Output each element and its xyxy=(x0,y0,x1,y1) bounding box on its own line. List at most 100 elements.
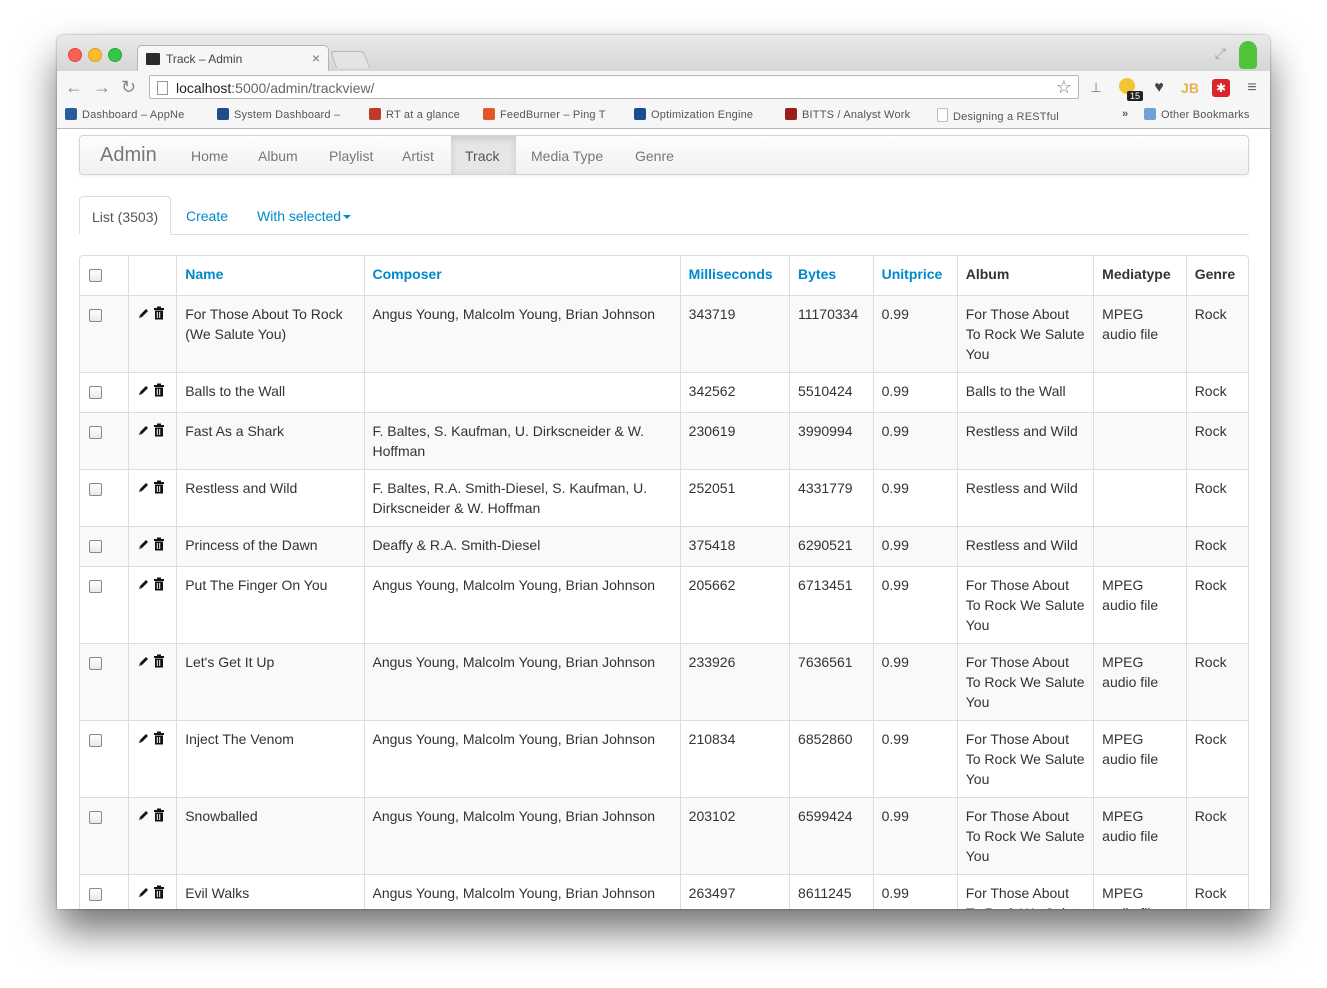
extension-scale-icon[interactable]: ⊥ xyxy=(1087,79,1105,97)
edit-pencil-icon[interactable] xyxy=(137,807,149,821)
bookmark-item[interactable]: System Dashboard – xyxy=(217,108,340,121)
edit-pencil-icon[interactable] xyxy=(137,305,149,319)
delete-trash-icon[interactable] xyxy=(153,382,165,397)
fullscreen-icon[interactable]: ⤢ xyxy=(1215,45,1226,62)
nav-media-type[interactable]: Media Type xyxy=(531,148,603,164)
nav-album[interactable]: Album xyxy=(258,148,298,164)
bookmark-label: FeedBurner – Ping T xyxy=(500,109,606,121)
delete-trash-icon[interactable] xyxy=(153,807,165,822)
delete-trash-icon[interactable] xyxy=(153,730,165,745)
tab-close-icon[interactable]: × xyxy=(312,50,320,66)
tab-create[interactable]: Create xyxy=(186,208,228,224)
delete-trash-icon[interactable] xyxy=(153,653,165,668)
cell-album: Restless and Wild xyxy=(956,412,1094,469)
row-checkbox[interactable] xyxy=(89,734,102,747)
bookmark-item[interactable]: FeedBurner – Ping T xyxy=(483,108,606,121)
pocket-icon[interactable]: ♥ xyxy=(1150,79,1168,97)
delete-trash-icon[interactable] xyxy=(153,305,165,320)
nav-genre[interactable]: Genre xyxy=(635,148,674,164)
menu-hamburger-icon[interactable]: ≡ xyxy=(1243,79,1261,97)
bookmarks-overflow[interactable]: » xyxy=(1122,108,1128,120)
cell-bytes: 8611245 xyxy=(789,874,873,909)
title-bar: Track – Admin × ⤢ xyxy=(57,35,1270,71)
row-checkbox[interactable] xyxy=(89,483,102,496)
bookmark-item[interactable]: Dashboard – AppNe xyxy=(65,108,184,121)
cell-milliseconds: 203102 xyxy=(679,797,790,874)
appneta-icon xyxy=(65,108,77,120)
delete-trash-icon[interactable] xyxy=(153,479,165,494)
bookmark-label: BITTS / Analyst Work xyxy=(802,109,911,121)
nav-playlist[interactable]: Playlist xyxy=(329,148,373,164)
cell-album: For Those About To Rock We Salute You xyxy=(956,643,1094,720)
address-bar[interactable]: localhost:5000/admin/trackview/ ☆ xyxy=(149,75,1079,99)
bookmark-label: RT at a glance xyxy=(386,109,460,121)
edit-pencil-icon[interactable] xyxy=(137,576,149,590)
edit-pencil-icon[interactable] xyxy=(137,730,149,744)
tab-list-label: List (3503) xyxy=(92,209,159,225)
column-header-milliseconds[interactable]: Milliseconds xyxy=(679,256,789,295)
row-actions-cell xyxy=(127,412,177,469)
row-checkbox[interactable] xyxy=(89,580,102,593)
edit-pencil-icon[interactable] xyxy=(137,884,149,898)
edit-pencil-icon[interactable] xyxy=(137,479,149,493)
bitts-icon xyxy=(785,108,797,120)
bookmark-item[interactable]: Optimization Engine xyxy=(634,108,753,121)
row-checkbox[interactable] xyxy=(89,811,102,824)
nav-track[interactable]: Track xyxy=(465,148,499,164)
nav-home[interactable]: Home xyxy=(191,148,228,164)
browser-tab[interactable]: Track – Admin × xyxy=(137,45,329,71)
cell-name: Balls to the Wall xyxy=(176,372,364,412)
row-checkbox[interactable] xyxy=(89,386,102,399)
row-select-cell xyxy=(80,797,128,874)
reload-icon[interactable]: ↻ xyxy=(121,77,136,98)
bookmark-item[interactable]: RT at a glance xyxy=(369,108,460,121)
row-checkbox[interactable] xyxy=(89,309,102,322)
select-all-checkbox[interactable] xyxy=(89,269,102,282)
cell-composer: Angus Young, Malcolm Young, Brian Johnso… xyxy=(363,295,680,372)
edit-pencil-icon[interactable] xyxy=(137,382,149,396)
column-header-unitprice[interactable]: Unitprice xyxy=(872,256,957,295)
edit-pencil-icon[interactable] xyxy=(137,536,149,550)
tab-title: Track – Admin xyxy=(166,52,243,66)
feedburner-icon xyxy=(483,108,495,120)
cell-composer: Angus Young, Malcolm Young, Brian Johnso… xyxy=(363,874,680,909)
new-tab-button[interactable] xyxy=(329,51,371,68)
bookmark-label: Designing a RESTful xyxy=(953,111,1059,123)
jetbrains-icon[interactable]: JB xyxy=(1181,79,1199,97)
edit-pencil-icon[interactable] xyxy=(137,422,149,436)
column-header-composer[interactable]: Composer xyxy=(363,256,680,295)
delete-trash-icon[interactable] xyxy=(153,576,165,591)
zoom-window-button[interactable] xyxy=(108,48,122,62)
column-header-album: Album xyxy=(956,256,1093,295)
delete-trash-icon[interactable] xyxy=(153,536,165,551)
close-window-button[interactable] xyxy=(68,48,82,62)
table-body: For Those About To Rock (We Salute You) A… xyxy=(80,295,1248,909)
brand[interactable]: Admin xyxy=(100,144,157,167)
nav-artist[interactable]: Artist xyxy=(402,148,434,164)
cell-milliseconds: 252051 xyxy=(679,469,790,526)
with-selected-dropdown[interactable]: With selected xyxy=(257,208,352,224)
delete-trash-icon[interactable] xyxy=(153,422,165,437)
row-checkbox[interactable] xyxy=(89,426,102,439)
forward-arrow-icon[interactable]: → xyxy=(93,77,111,98)
tab-list[interactable]: List (3503) xyxy=(79,196,171,235)
column-header-bytes[interactable]: Bytes xyxy=(789,256,873,295)
profile-avatar-icon[interactable] xyxy=(1239,41,1257,69)
bookmark-item[interactable]: BITTS / Analyst Work xyxy=(785,108,910,121)
column-header-name[interactable]: Name xyxy=(176,256,363,295)
minimize-window-button[interactable] xyxy=(88,48,102,62)
cell-name: Let's Get It Up xyxy=(176,643,364,720)
delete-trash-icon[interactable] xyxy=(153,884,165,899)
bookmark-star-icon[interactable]: ☆ xyxy=(1056,77,1072,98)
row-checkbox[interactable] xyxy=(89,657,102,670)
bookmark-item[interactable]: Designing a RESTful xyxy=(937,108,1059,123)
edit-pencil-icon[interactable] xyxy=(137,653,149,667)
row-checkbox[interactable] xyxy=(89,540,102,553)
admin-navbar: Admin Home Album Playlist Artist Track M… xyxy=(79,135,1249,175)
lastpass-icon[interactable]: ✱ xyxy=(1212,79,1230,97)
row-select-cell xyxy=(80,412,128,469)
row-checkbox[interactable] xyxy=(89,888,102,901)
cell-bytes: 4331779 xyxy=(789,469,873,526)
back-arrow-icon[interactable]: ← xyxy=(65,77,83,98)
other-bookmarks[interactable]: Other Bookmarks xyxy=(1144,108,1250,121)
